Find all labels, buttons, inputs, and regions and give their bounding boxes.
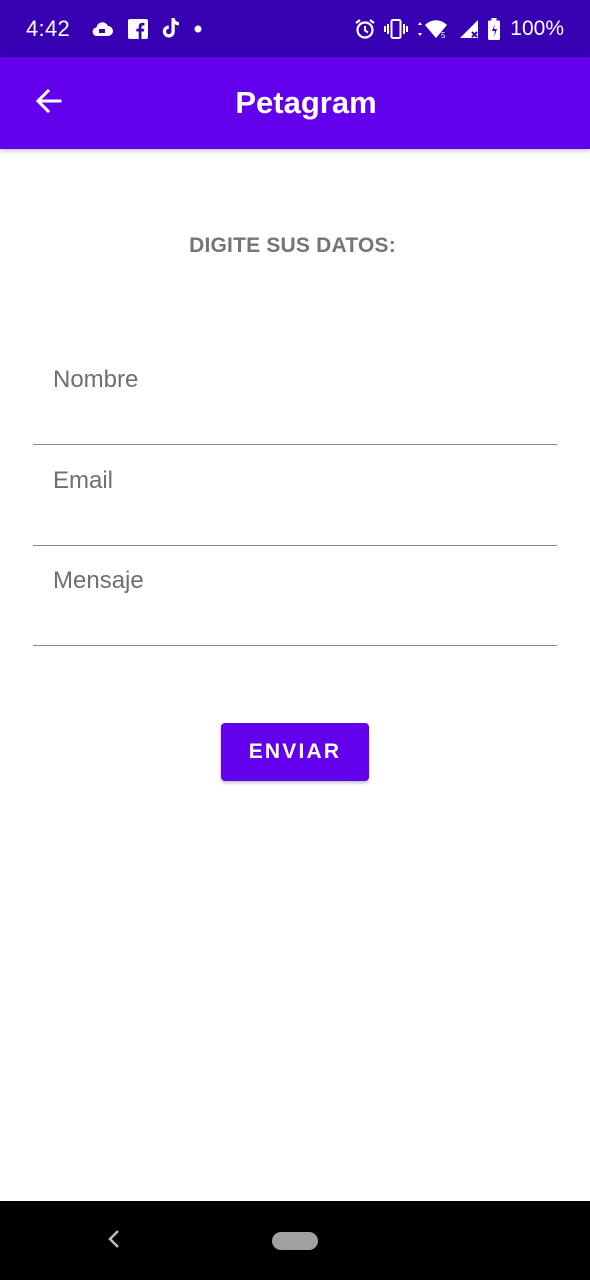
svg-text:5: 5	[441, 31, 446, 39]
app-bar: Petagram	[0, 57, 590, 149]
mensaje-field	[33, 545, 557, 646]
email-input[interactable]	[33, 445, 557, 545]
home-pill-icon[interactable]	[272, 1232, 318, 1250]
mensaje-input[interactable]	[33, 545, 557, 645]
send-button[interactable]: ENVIAR	[221, 723, 369, 781]
status-time: 4:42	[26, 15, 71, 41]
facebook-icon	[128, 18, 149, 39]
status-bar: 4:42 5 100%	[0, 0, 590, 57]
battery-icon	[488, 17, 501, 40]
cloud-icon	[90, 20, 114, 38]
notification-dot-icon	[194, 25, 202, 33]
alarm-icon	[354, 18, 376, 40]
vibrate-icon	[384, 18, 409, 39]
battery-percentage: 100%	[510, 16, 564, 40]
nombre-input[interactable]	[33, 344, 557, 444]
cell-signal-icon	[458, 19, 480, 39]
email-field	[33, 445, 557, 546]
chevron-left-icon	[107, 1229, 121, 1254]
app-title: Petagram	[235, 85, 377, 120]
nav-back-button[interactable]	[100, 1225, 128, 1257]
navigation-bar	[0, 1201, 590, 1280]
wifi-icon: 5	[416, 19, 450, 39]
nombre-field	[33, 344, 557, 445]
form-heading: DIGITE SUS DATOS:	[189, 234, 396, 257]
status-left: 4:42	[26, 16, 216, 42]
status-right: 5 100%	[354, 17, 564, 41]
tiktok-icon	[162, 18, 180, 39]
